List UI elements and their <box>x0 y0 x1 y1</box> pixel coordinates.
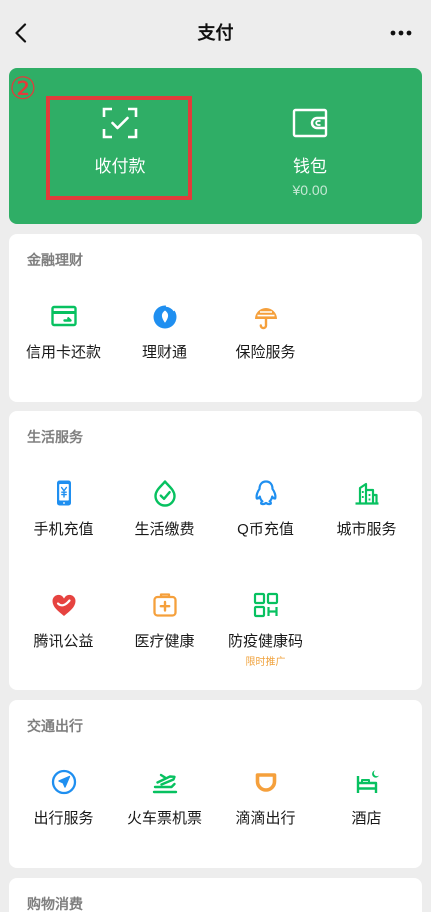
service-utility-payment[interactable]: 生活缴费 <box>114 475 215 576</box>
service-ride-services[interactable]: 出行服务 <box>13 764 114 865</box>
service-mobile-top-up[interactable]: 手机充值 <box>13 475 114 576</box>
service-hotel[interactable]: 酒店 <box>316 764 417 865</box>
annotation-highlight-box <box>46 96 192 200</box>
service-icon-wrap <box>46 764 82 800</box>
service-label: 保险服务 <box>235 344 296 361</box>
section-life-services: 生活服务 手机充值 生活缴费 Q币充值 城市服务 腾讯公益 医疗健康 防疫健康码… <box>9 411 422 690</box>
service-icon-wrap <box>248 587 284 623</box>
service-label: 滴滴出行 <box>235 810 296 827</box>
service-label: 出行服务 <box>33 810 94 827</box>
service-medical-health[interactable]: 医疗健康 <box>114 587 215 688</box>
service-credit-card-repayment[interactable]: 信用卡还款 <box>13 298 114 399</box>
service-label: 城市服务 <box>336 521 397 538</box>
service-didi[interactable]: 滴滴出行 <box>215 764 316 865</box>
wechat-pay-screen: 支付 收付款 钱包 ¥0.00 ② 金融理财 信用卡还款 理财通 保险服务 生活… <box>0 0 431 912</box>
service-q-coin-top-up[interactable]: Q币充值 <box>215 475 316 576</box>
service-label: 手机充值 <box>33 521 94 538</box>
medical-kit-icon <box>152 593 177 617</box>
charity-heart-icon <box>51 594 76 616</box>
credit-card-icon <box>50 305 77 327</box>
page-title: 支付 <box>197 23 234 43</box>
service-label: 理财通 <box>141 344 187 361</box>
service-label: Q币充值 <box>237 521 294 538</box>
service-label: 火车票机票 <box>126 810 202 827</box>
section-transport: 交通出行 出行服务 火车票机票 滴滴出行 酒店 <box>9 700 422 868</box>
wallet-balance: ¥0.00 <box>292 182 328 198</box>
wallet-label: 钱包 <box>293 157 327 176</box>
service-label: 医疗健康 <box>134 633 195 650</box>
service-tencent-charity[interactable]: 腾讯公益 <box>13 587 114 688</box>
service-icon-wrap <box>147 764 183 800</box>
back-arrow-icon <box>15 23 27 43</box>
service-health-code[interactable]: 防疫健康码 限时推广 <box>215 587 316 688</box>
navigation-icon <box>51 769 76 795</box>
phone-recharge-icon <box>56 480 71 506</box>
service-icon-wrap <box>349 475 385 511</box>
qq-coin-icon <box>255 480 276 506</box>
service-icon-wrap <box>248 475 284 511</box>
service-licaitong[interactable]: 理财通 <box>114 298 215 399</box>
service-icon-wrap <box>349 764 385 800</box>
service-icon-wrap <box>147 475 183 511</box>
utility-payment-icon <box>153 480 176 507</box>
service-train-flight-tickets[interactable]: 火车票机票 <box>114 764 215 865</box>
wallet-icon <box>292 108 328 138</box>
annotation-step-marker: ② <box>9 71 37 107</box>
section-title: 购物消费 <box>27 896 83 912</box>
service-label: 酒店 <box>351 810 382 827</box>
section-title: 金融理财 <box>27 252 83 268</box>
service-icon-wrap <box>248 298 284 334</box>
service-grid: 出行服务 火车票机票 滴滴出行 酒店 <box>13 764 417 865</box>
promo-badge: 限时推广 <box>245 657 286 668</box>
insurance-icon <box>254 308 277 330</box>
didi-icon <box>255 773 276 792</box>
top-bar: 支付 <box>0 0 431 66</box>
service-insurance[interactable]: 保险服务 <box>215 298 316 399</box>
more-icon <box>390 30 412 36</box>
section-title: 生活服务 <box>27 429 83 445</box>
section-finance: 金融理财 信用卡还款 理财通 保险服务 <box>9 234 422 402</box>
more-button[interactable] <box>386 22 416 44</box>
service-city-services[interactable]: 城市服务 <box>316 475 417 576</box>
service-icon-wrap <box>248 764 284 800</box>
service-icon-wrap <box>46 475 82 511</box>
section-shopping: 购物消费 <box>9 878 422 912</box>
service-icon-wrap <box>46 298 82 334</box>
section-title: 交通出行 <box>27 718 83 734</box>
service-grid: 手机充值 生活缴费 Q币充值 城市服务 腾讯公益 医疗健康 防疫健康码 限时推广 <box>13 475 417 688</box>
service-icon-wrap <box>147 587 183 623</box>
service-label: 防疫健康码 <box>227 633 303 650</box>
service-label: 腾讯公益 <box>33 633 94 650</box>
service-label: 信用卡还款 <box>25 344 101 361</box>
hotel-bed-icon <box>356 770 379 793</box>
service-icon-wrap <box>46 587 82 623</box>
wallet-button[interactable]: 钱包 ¥0.00 <box>235 106 385 199</box>
train-plane-icon <box>152 773 177 794</box>
service-icon-wrap <box>147 298 183 334</box>
licaitong-icon <box>153 304 176 329</box>
back-button[interactable] <box>9 19 33 47</box>
service-label: 生活缴费 <box>134 521 195 538</box>
service-grid: 信用卡还款 理财通 保险服务 <box>13 298 417 399</box>
city-service-icon <box>355 482 378 505</box>
health-code-icon <box>253 592 278 618</box>
